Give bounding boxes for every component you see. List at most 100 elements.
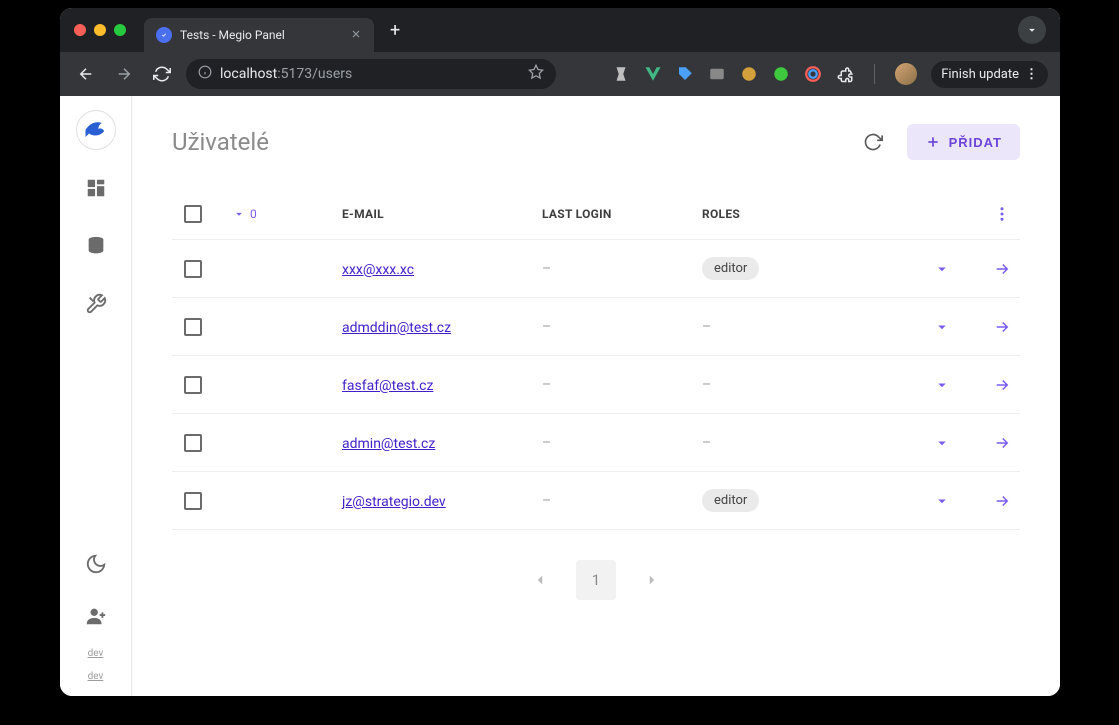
extension-svelte-icon[interactable] <box>612 65 630 83</box>
email-link[interactable]: jz@strategio.dev <box>342 494 446 510</box>
email-link[interactable]: xxx@xxx.xc <box>342 262 414 278</box>
browser-tab[interactable]: Tests - Megio Panel <box>144 18 374 52</box>
plus-icon <box>925 134 941 150</box>
arrow-right-icon <box>993 492 1011 510</box>
close-window-button[interactable] <box>74 24 86 36</box>
chevron-down-icon <box>933 376 951 394</box>
chevron-down-icon <box>933 434 951 452</box>
last-login-value: – <box>542 493 551 509</box>
last-login-value: – <box>542 377 551 393</box>
tab-title: Tests - Megio Panel <box>180 28 285 42</box>
empty-roles: – <box>702 377 711 393</box>
browser-titlebar: Tests - Megio Panel + <box>60 8 1060 52</box>
table-header-menu[interactable] <box>972 205 1032 223</box>
roles-cell: editor <box>702 489 912 512</box>
column-email[interactable]: E-MAIL <box>342 207 542 221</box>
sidebar-footer-label-1: dev <box>88 648 104 659</box>
row-open-button[interactable] <box>972 492 1032 510</box>
sidebar-dashboard-icon[interactable] <box>76 168 116 208</box>
pagination-current: 1 <box>576 560 616 600</box>
address-bar[interactable]: localhost:5173/users <box>186 59 556 89</box>
toolbar-separator <box>874 64 875 84</box>
tab-close-icon[interactable] <box>350 28 362 43</box>
roles-cell: editor <box>702 257 912 280</box>
column-last-login[interactable]: LAST LOGIN <box>542 207 702 221</box>
app-content: dev dev Uživatelé PŘIDAT <box>60 96 1060 696</box>
row-checkbox[interactable] <box>184 260 202 278</box>
maximize-window-button[interactable] <box>114 24 126 36</box>
roles-cell: – <box>702 377 912 393</box>
bookmark-star-icon[interactable] <box>528 64 544 84</box>
extension-tag-icon[interactable] <box>676 65 694 83</box>
row-open-button[interactable] <box>972 318 1032 336</box>
email-link[interactable]: admddin@test.cz <box>342 320 451 336</box>
column-roles[interactable]: ROLES <box>702 207 912 221</box>
row-checkbox[interactable] <box>184 376 202 394</box>
row-expand-button[interactable] <box>912 260 972 278</box>
browser-window: Tests - Megio Panel + localhost <box>60 8 1060 696</box>
sidebar-footer-label-2: dev <box>88 671 104 682</box>
extension-vue-icon[interactable] <box>644 65 662 83</box>
chevron-down-icon <box>933 260 951 278</box>
kebab-menu-icon: ⋮ <box>1025 67 1038 82</box>
add-button[interactable]: PŘIDAT <box>907 124 1020 160</box>
table-row: admin@test.cz – – <box>172 414 1020 472</box>
select-all-checkbox[interactable] <box>184 205 202 223</box>
window-menu-button[interactable] <box>1018 16 1046 44</box>
users-table: 0 E-MAIL LAST LOGIN ROLES xxx@xxx.xc – e… <box>172 188 1020 530</box>
row-open-button[interactable] <box>972 434 1032 452</box>
row-checkbox[interactable] <box>184 434 202 452</box>
extension-devtools-icon[interactable] <box>708 65 726 83</box>
row-expand-button[interactable] <box>912 318 972 336</box>
extension-adblock-icon[interactable] <box>772 65 790 83</box>
arrow-right-icon <box>993 260 1011 278</box>
profile-avatar[interactable] <box>895 63 917 85</box>
add-button-label: PŘIDAT <box>949 135 1002 150</box>
refresh-button[interactable] <box>855 124 891 160</box>
sidebar: dev dev <box>60 96 132 696</box>
email-link[interactable]: fasfaf@test.cz <box>342 378 433 394</box>
role-badge: editor <box>702 257 759 280</box>
site-info-icon[interactable] <box>198 65 212 83</box>
sidebar-database-icon[interactable] <box>76 226 116 266</box>
back-button[interactable] <box>72 60 100 88</box>
row-open-button[interactable] <box>972 260 1032 278</box>
row-expand-button[interactable] <box>912 434 972 452</box>
roles-cell: – <box>702 319 912 335</box>
pagination-prev[interactable] <box>522 562 558 598</box>
page-title: Uživatelé <box>172 128 269 156</box>
tab-favicon-icon <box>156 27 172 43</box>
url-text: localhost:5173/users <box>220 66 352 82</box>
email-link[interactable]: admin@test.cz <box>342 436 435 452</box>
update-label: Finish update <box>941 67 1019 82</box>
chevron-down-icon <box>933 318 951 336</box>
sidebar-dark-mode-icon[interactable] <box>76 544 116 584</box>
sidebar-tools-icon[interactable] <box>76 284 116 324</box>
row-expand-button[interactable] <box>912 492 972 510</box>
app-logo[interactable] <box>76 110 116 150</box>
reload-button[interactable] <box>148 60 176 88</box>
row-checkbox[interactable] <box>184 492 202 510</box>
row-expand-button[interactable] <box>912 376 972 394</box>
role-badge: editor <box>702 489 759 512</box>
new-tab-button[interactable]: + <box>382 20 408 41</box>
last-login-value: – <box>542 435 551 451</box>
forward-button[interactable] <box>110 60 138 88</box>
extension-cookie-icon[interactable] <box>740 65 758 83</box>
minimize-window-button[interactable] <box>94 24 106 36</box>
extension-icons: Finish update ⋮ <box>612 61 1048 88</box>
table-row: fasfaf@test.cz – – <box>172 356 1020 414</box>
sidebar-add-user-icon[interactable] <box>76 596 116 636</box>
chevron-down-icon <box>232 207 246 221</box>
selected-count[interactable]: 0 <box>232 207 342 221</box>
extension-colorful-icon[interactable] <box>804 65 822 83</box>
browser-toolbar: localhost:5173/users Finish update ⋮ <box>60 52 1060 96</box>
pagination: 1 <box>172 560 1020 600</box>
row-open-button[interactable] <box>972 376 1032 394</box>
table-row: jz@strategio.dev – editor <box>172 472 1020 530</box>
table-row: admddin@test.cz – – <box>172 298 1020 356</box>
extensions-puzzle-icon[interactable] <box>836 65 854 83</box>
pagination-next[interactable] <box>634 562 670 598</box>
row-checkbox[interactable] <box>184 318 202 336</box>
finish-update-button[interactable]: Finish update ⋮ <box>931 61 1048 88</box>
